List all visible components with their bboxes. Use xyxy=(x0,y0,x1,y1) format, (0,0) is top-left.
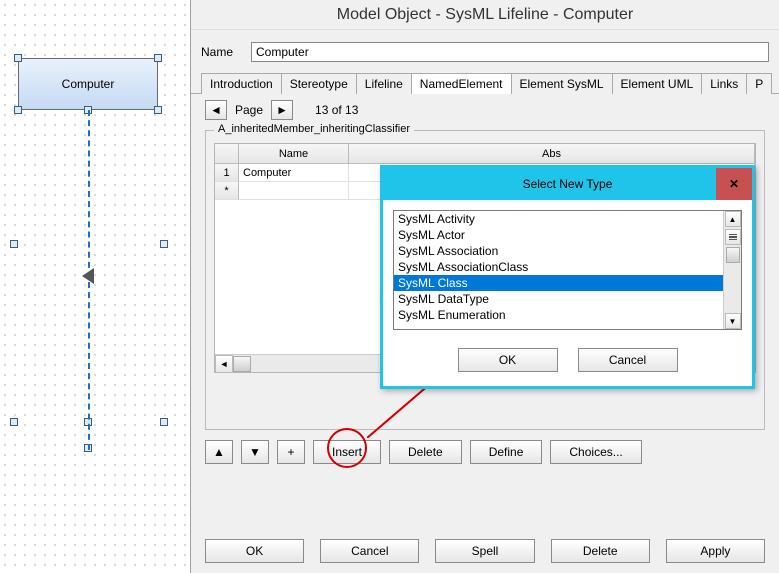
lifeline-label: Computer xyxy=(62,77,115,91)
move-up-button[interactable]: ▲ xyxy=(205,440,233,464)
cancel-button[interactable]: Cancel xyxy=(320,539,419,563)
list-item[interactable]: SysML Enumeration xyxy=(394,307,723,323)
tab-overflow[interactable]: P xyxy=(746,73,772,94)
scroll-up-button[interactable]: ▲ xyxy=(725,211,741,227)
resize-handle[interactable] xyxy=(14,106,22,114)
triangle-right-icon: ► xyxy=(276,103,288,117)
tab-lifeline[interactable]: Lifeline xyxy=(356,73,412,94)
page-prev-button[interactable]: ◄ xyxy=(205,100,227,120)
name-label: Name xyxy=(201,45,251,59)
lifeline-box[interactable]: Computer xyxy=(18,58,158,110)
tab-element-uml[interactable]: Element UML xyxy=(612,73,703,94)
tab-element-sysml[interactable]: Element SysML xyxy=(511,73,613,94)
modal-cancel-button[interactable]: Cancel xyxy=(578,348,678,372)
vertical-scrollbar[interactable]: ▲ ▼ xyxy=(723,211,741,329)
add-button[interactable]: + xyxy=(277,440,305,464)
spell-button[interactable]: Spell xyxy=(435,539,534,563)
resize-handle[interactable] xyxy=(154,54,162,62)
resize-handle[interactable] xyxy=(10,418,18,426)
tab-introduction[interactable]: Introduction xyxy=(201,73,282,94)
list-item[interactable]: SysML Actor xyxy=(394,227,723,243)
resize-handle[interactable] xyxy=(160,240,168,248)
ok-button[interactable]: OK xyxy=(205,539,304,563)
diagram-canvas[interactable]: Computer xyxy=(0,0,190,573)
scroll-options-icon[interactable] xyxy=(725,229,741,245)
list-item[interactable]: SysML Association xyxy=(394,243,723,259)
scroll-left-button[interactable]: ◄ xyxy=(215,355,233,373)
scroll-thumb[interactable] xyxy=(726,247,740,263)
cell-name[interactable]: Computer xyxy=(239,164,349,182)
insert-button[interactable]: Insert xyxy=(313,440,381,464)
dialog-title: Model Object - SysML Lifeline - Computer xyxy=(191,0,779,30)
triangle-down-icon: ▼ xyxy=(249,445,261,459)
resize-handle[interactable] xyxy=(160,418,168,426)
col-rownum[interactable] xyxy=(215,144,239,163)
modal-title: Select New Type ✕ xyxy=(383,168,752,200)
scroll-thumb[interactable] xyxy=(233,356,251,372)
tab-stereotype[interactable]: Stereotype xyxy=(281,73,357,94)
name-input[interactable] xyxy=(251,42,769,62)
plus-icon: + xyxy=(287,445,294,459)
col-abs[interactable]: Abs xyxy=(349,144,755,163)
close-icon: ✕ xyxy=(729,177,739,191)
tab-strip: Introduction Stereotype Lifeline NamedEl… xyxy=(191,70,779,94)
triangle-left-icon: ◄ xyxy=(210,103,222,117)
select-new-type-dialog: Select New Type ✕ SysML Activity SysML A… xyxy=(380,165,755,389)
modal-title-text: Select New Type xyxy=(523,177,613,191)
define-button[interactable]: Define xyxy=(470,440,543,464)
delete-row-button[interactable]: Delete xyxy=(389,440,462,464)
resize-handle[interactable] xyxy=(10,240,18,248)
cell-name[interactable] xyxy=(239,182,349,200)
apply-button[interactable]: Apply xyxy=(666,539,765,563)
close-button[interactable]: ✕ xyxy=(716,168,752,200)
list-item[interactable]: SysML Activity xyxy=(394,211,723,227)
list-item-selected[interactable]: SysML Class xyxy=(394,275,723,291)
col-name[interactable]: Name xyxy=(239,144,349,163)
page-next-button[interactable]: ► xyxy=(271,100,293,120)
choices-button[interactable]: Choices... xyxy=(550,440,641,464)
move-down-button[interactable]: ▼ xyxy=(241,440,269,464)
triangle-up-icon: ▲ xyxy=(213,445,225,459)
resize-handle[interactable] xyxy=(154,106,162,114)
fieldset-legend: A_inheritedMember_inheritingClassifier xyxy=(214,123,414,135)
message-arrow-icon xyxy=(82,268,94,284)
row-number[interactable]: * xyxy=(215,182,239,200)
page-counter: 13 of 13 xyxy=(315,103,358,117)
type-listbox[interactable]: SysML Activity SysML Actor SysML Associa… xyxy=(393,210,742,330)
scroll-down-button[interactable]: ▼ xyxy=(725,313,741,329)
list-item[interactable]: SysML AssociationClass xyxy=(394,259,723,275)
list-item[interactable]: SysML DataType xyxy=(394,291,723,307)
page-label: Page xyxy=(235,103,263,117)
delete-button[interactable]: Delete xyxy=(551,539,650,563)
modal-ok-button[interactable]: OK xyxy=(458,348,558,372)
row-number[interactable]: 1 xyxy=(215,164,239,182)
tab-links[interactable]: Links xyxy=(701,73,747,94)
resize-handle[interactable] xyxy=(14,54,22,62)
tab-namedelement[interactable]: NamedElement xyxy=(411,73,512,94)
